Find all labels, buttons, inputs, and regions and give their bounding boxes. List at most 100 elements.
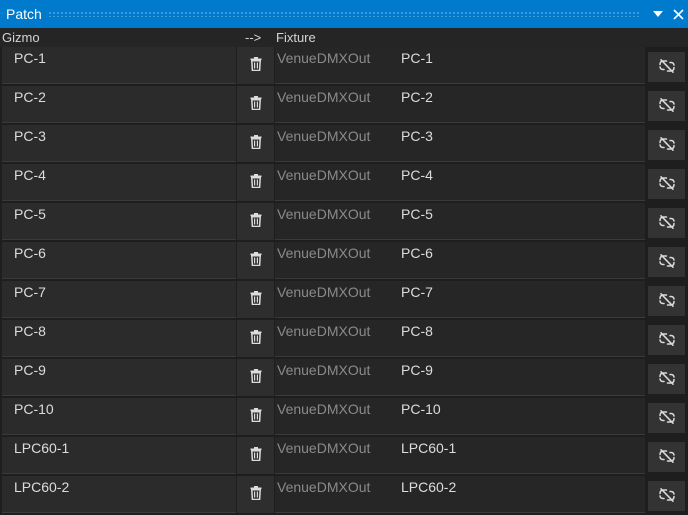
fixture-name: PC-4 [401,167,433,183]
gizmo-cell[interactable]: PC-9 [2,359,236,396]
gizmo-cell[interactable]: PC-8 [2,320,236,357]
unlink-button[interactable] [648,247,685,277]
patch-row: PC-5 VenueDMXOut PC-5 [0,203,688,242]
output-name: VenueDMXOut [277,479,371,495]
unlink-button[interactable] [648,481,685,511]
unlink-button[interactable] [648,208,685,238]
unlink-button[interactable] [648,364,685,394]
unlink-icon [658,331,676,350]
unlink-icon [658,448,676,467]
output-name: VenueDMXOut [277,323,371,339]
panel-title: Patch [6,6,42,22]
output-name: VenueDMXOut [277,362,371,378]
fixture-name: PC-1 [401,50,433,66]
fixture-name: LPC60-1 [401,440,457,456]
patch-row: PC-10 VenueDMXOut PC-10 [0,398,688,437]
unlink-button[interactable] [648,52,685,82]
gizmo-cell[interactable]: PC-4 [2,164,236,201]
output-name: VenueDMXOut [277,128,371,144]
gizmo-name: PC-4 [14,167,46,183]
unlink-icon [658,487,676,506]
patch-row: PC-3 VenueDMXOut PC-3 [0,125,688,164]
delete-button[interactable] [237,125,274,162]
output-name: VenueDMXOut [277,401,371,417]
fixture-cell[interactable]: VenueDMXOut PC-3 [275,125,645,162]
fixture-cell[interactable]: VenueDMXOut PC-1 [275,47,645,84]
delete-button[interactable] [237,359,274,396]
fixture-name: PC-9 [401,362,433,378]
delete-button[interactable] [237,437,274,474]
delete-button[interactable] [237,86,274,123]
fixture-cell[interactable]: VenueDMXOut PC-2 [275,86,645,123]
arrow-column-header: --> [245,30,262,45]
close-icon[interactable] [668,2,688,26]
gizmo-name: LPC60-1 [14,440,70,456]
trash-icon [250,173,262,192]
unlink-button[interactable] [648,169,685,199]
fixture-name: PC-5 [401,206,433,222]
delete-button[interactable] [237,203,274,240]
titlebar-grip[interactable] [47,11,640,17]
delete-button[interactable] [237,242,274,279]
trash-icon [250,368,262,387]
output-name: VenueDMXOut [277,206,371,222]
delete-button[interactable] [237,164,274,201]
fixture-cell[interactable]: VenueDMXOut PC-9 [275,359,645,396]
unlink-icon [658,253,676,272]
gizmo-cell[interactable]: PC-3 [2,125,236,162]
output-name: VenueDMXOut [277,89,371,105]
trash-icon [250,56,262,75]
trash-icon [250,134,262,153]
trash-icon [250,290,262,309]
unlink-icon [658,136,676,155]
gizmo-name: PC-8 [14,323,46,339]
patch-row: PC-8 VenueDMXOut PC-8 [0,320,688,359]
patch-row: PC-4 VenueDMXOut PC-4 [0,164,688,203]
gizmo-cell[interactable]: PC-6 [2,242,236,279]
gizmo-cell[interactable]: PC-2 [2,86,236,123]
fixture-name: PC-6 [401,245,433,261]
unlink-button[interactable] [648,91,685,121]
trash-icon [250,212,262,231]
gizmo-name: PC-9 [14,362,46,378]
gizmo-cell[interactable]: PC-7 [2,281,236,318]
fixture-cell[interactable]: VenueDMXOut PC-4 [275,164,645,201]
output-name: VenueDMXOut [277,440,371,456]
gizmo-cell[interactable]: PC-10 [2,398,236,435]
gizmo-name: PC-2 [14,89,46,105]
patch-row: PC-6 VenueDMXOut PC-6 [0,242,688,281]
output-name: VenueDMXOut [277,50,371,66]
unlink-button[interactable] [648,130,685,160]
trash-icon [250,329,262,348]
trash-icon [250,407,262,426]
patch-row: LPC60-1 VenueDMXOut LPC60-1 [0,437,688,476]
delete-button[interactable] [237,281,274,318]
fixture-cell[interactable]: VenueDMXOut PC-7 [275,281,645,318]
delete-button[interactable] [237,398,274,435]
trash-icon [250,251,262,270]
gizmo-cell[interactable]: LPC60-1 [2,437,236,474]
patch-row: LPC60-2 VenueDMXOut LPC60-2 [0,476,688,515]
patch-row: PC-2 VenueDMXOut PC-2 [0,86,688,125]
output-name: VenueDMXOut [277,245,371,261]
unlink-button[interactable] [648,286,685,316]
fixture-name: PC-10 [401,401,441,417]
fixture-cell[interactable]: VenueDMXOut PC-5 [275,203,645,240]
unlink-icon [658,58,676,77]
chevron-down-icon[interactable] [648,2,668,26]
unlink-icon [658,97,676,116]
unlink-button[interactable] [648,442,685,472]
fixture-cell[interactable]: VenueDMXOut PC-8 [275,320,645,357]
fixture-cell[interactable]: VenueDMXOut LPC60-1 [275,437,645,474]
fixture-cell[interactable]: VenueDMXOut PC-10 [275,398,645,435]
gizmo-name: LPC60-2 [14,479,70,495]
unlink-button[interactable] [648,325,685,355]
gizmo-name: PC-6 [14,245,46,261]
gizmo-cell[interactable]: PC-1 [2,47,236,84]
fixture-cell[interactable]: VenueDMXOut PC-6 [275,242,645,279]
delete-button[interactable] [237,320,274,357]
gizmo-cell[interactable]: PC-5 [2,203,236,240]
fixture-column-header: Fixture [276,30,316,45]
unlink-button[interactable] [648,403,685,433]
delete-button[interactable] [237,47,274,84]
